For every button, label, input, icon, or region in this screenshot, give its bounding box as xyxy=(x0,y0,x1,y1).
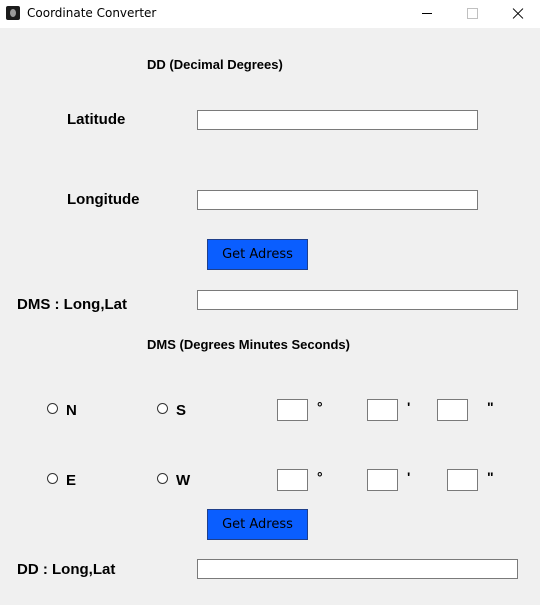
minimize-icon[interactable] xyxy=(404,0,450,28)
dd-section-header: DD (Decimal Degrees) xyxy=(147,57,283,72)
minute-symbol: ' xyxy=(407,469,411,485)
get-address-button[interactable]: Get Adress xyxy=(207,239,308,270)
lat-seconds-input[interactable] xyxy=(437,399,468,421)
window-title: Coordinate Converter xyxy=(27,6,157,20)
longitude-label: Longitude xyxy=(67,191,140,208)
app-icon xyxy=(6,6,20,20)
dms-section-header: DMS (Degrees Minutes Seconds) xyxy=(147,337,350,352)
dd-result-label: DD : Long,Lat xyxy=(17,561,116,578)
lat-degrees-input[interactable] xyxy=(277,399,308,421)
long-minutes-input[interactable] xyxy=(367,469,398,491)
radio-east[interactable] xyxy=(47,473,58,484)
lat-minutes-input[interactable] xyxy=(367,399,398,421)
degree-symbol: ° xyxy=(317,399,323,415)
radio-north-label: N xyxy=(66,402,77,419)
dms-result-label: DMS : Long,Lat xyxy=(17,296,127,313)
title-bar[interactable]: Coordinate Converter xyxy=(0,0,540,28)
long-seconds-input[interactable] xyxy=(447,469,478,491)
radio-west[interactable] xyxy=(157,473,168,484)
get-address-button[interactable]: Get Adress xyxy=(207,509,308,540)
radio-north[interactable] xyxy=(47,403,58,414)
long-degrees-input[interactable] xyxy=(277,469,308,491)
radio-west-label: W xyxy=(176,472,191,489)
second-symbol: " xyxy=(487,469,494,485)
dd-result-field[interactable] xyxy=(197,559,518,579)
radio-south-label: S xyxy=(176,402,187,419)
close-icon[interactable] xyxy=(494,0,540,28)
radio-east-label: E xyxy=(66,472,77,489)
radio-south[interactable] xyxy=(157,403,168,414)
longitude-input[interactable] xyxy=(197,190,478,210)
dms-result-field[interactable] xyxy=(197,290,518,310)
minute-symbol: ' xyxy=(407,399,411,415)
latitude-input[interactable] xyxy=(197,110,478,130)
maximize-icon[interactable] xyxy=(449,0,495,28)
degree-symbol: ° xyxy=(317,469,323,485)
latitude-label: Latitude xyxy=(67,111,126,128)
second-symbol: " xyxy=(487,399,494,415)
